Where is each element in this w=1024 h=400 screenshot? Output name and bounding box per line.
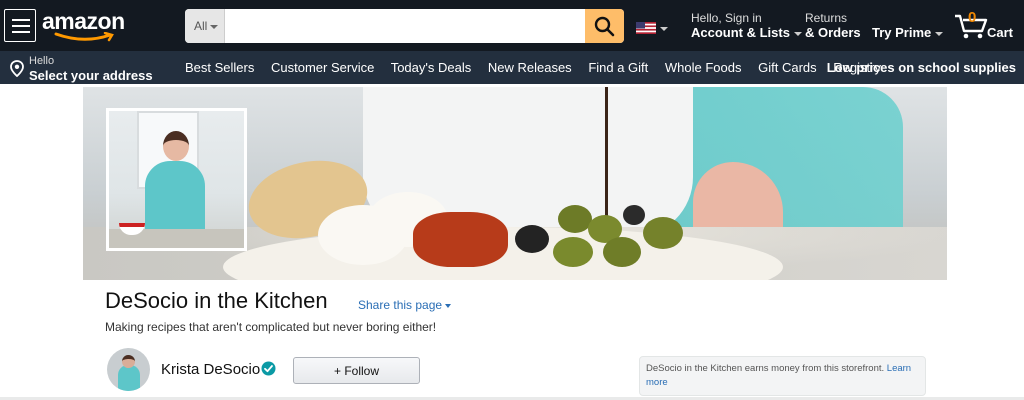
account-label: Account & Lists <box>691 25 790 40</box>
photo-person-shape <box>145 161 205 236</box>
avatar-head-shape <box>122 355 135 368</box>
hero-olive <box>515 225 549 253</box>
prime-label: Try Prime <box>872 25 932 40</box>
hamburger-menu-icon[interactable] <box>4 9 36 42</box>
language-chevron-down-icon <box>660 27 668 31</box>
chevron-down-icon <box>793 31 802 36</box>
store-profile-photo <box>106 108 247 251</box>
chevron-down-icon <box>210 24 219 29</box>
subnav-link-customer-service[interactable]: Customer Service <box>271 60 374 75</box>
returns-orders-link[interactable]: Returns & Orders <box>805 11 861 40</box>
hero-olive <box>603 237 641 267</box>
cart-label: Cart <box>987 25 1014 40</box>
logo-smile-icon <box>54 32 114 42</box>
search-icon <box>594 16 615 37</box>
photo-head-shape <box>163 131 189 161</box>
subnav-links: Best Sellers Customer Service Today's De… <box>185 60 894 75</box>
search-button[interactable] <box>585 9 624 43</box>
orders-label: & Orders <box>805 25 861 40</box>
subnav-link-new-releases[interactable]: New Releases <box>488 60 572 75</box>
earnings-disclosure: DeSocio in the Kitchen earns money from … <box>639 356 926 396</box>
hero-olive <box>623 205 645 225</box>
avatar-body-shape <box>118 365 140 391</box>
subnav-link-whole-foods[interactable]: Whole Foods <box>665 60 742 75</box>
share-label: Share this page <box>358 298 443 312</box>
search-category-label: All <box>194 19 208 33</box>
search-bar: All <box>185 9 624 43</box>
secondary-nav-bar: Hello Select your address Best Sellers C… <box>0 51 1024 84</box>
follow-button[interactable]: + Follow <box>293 357 420 384</box>
promo-link[interactable]: Low prices on school supplies <box>827 60 1016 75</box>
share-page-link[interactable]: Share this page <box>358 298 452 312</box>
verified-badge-icon <box>261 361 276 376</box>
cart-button[interactable]: 0 Cart <box>954 9 1020 42</box>
chevron-down-icon <box>445 303 452 308</box>
hero-oil-drizzle <box>605 87 608 217</box>
address-greeting: Hello <box>29 55 55 67</box>
hero-tomato-shape <box>413 212 508 267</box>
amazon-logo[interactable]: amazon <box>42 8 128 42</box>
avatar[interactable] <box>107 348 150 391</box>
hero-olive <box>643 217 683 249</box>
store-tagline: Making recipes that aren't complicated b… <box>105 320 437 334</box>
subnav-link-gift-cards[interactable]: Gift Cards <box>758 60 817 75</box>
account-greeting: Hello, Sign in <box>691 11 762 25</box>
top-nav-bar: amazon All Hello, Sign in Account & List… <box>0 0 1024 51</box>
account-lists-menu[interactable]: Hello, Sign in Account & Lists <box>691 12 802 39</box>
subnav-link-best-sellers[interactable]: Best Sellers <box>185 60 254 75</box>
chevron-down-icon <box>935 31 944 36</box>
us-flag-icon[interactable] <box>636 22 656 34</box>
returns-label: Returns <box>805 11 848 25</box>
hero-olive <box>553 237 593 267</box>
logo-text: amazon <box>42 8 125 34</box>
search-input[interactable] <box>225 9 585 43</box>
search-category-dropdown[interactable]: All <box>185 9 225 43</box>
earnings-text: DeSocio in the Kitchen earns money from … <box>646 363 885 374</box>
hero-olive <box>558 205 592 233</box>
subnav-link-find-a-gift[interactable]: Find a Gift <box>588 60 648 75</box>
try-prime-menu[interactable]: Try Prime <box>872 25 944 40</box>
store-title: DeSocio in the Kitchen <box>105 288 328 313</box>
address-label: Select your address <box>29 68 153 83</box>
owner-name[interactable]: Krista DeSocio <box>161 361 260 378</box>
subnav-link-todays-deals[interactable]: Today's Deals <box>391 60 472 75</box>
location-pin-icon <box>10 60 24 77</box>
cart-count: 0 <box>968 9 977 26</box>
